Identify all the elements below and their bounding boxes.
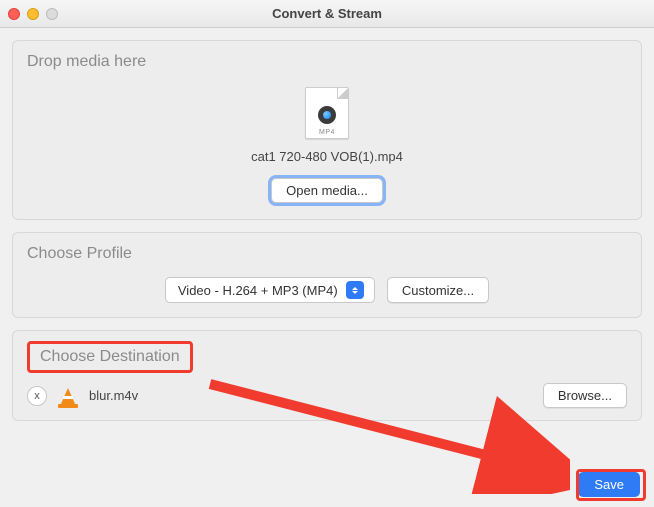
content-area: Drop media here MP4 cat1 720-480 VOB(1).… xyxy=(0,28,654,445)
footer: Save xyxy=(578,472,640,497)
media-file-icon: MP4 xyxy=(305,87,349,139)
profile-select-value: Video - H.264 + MP3 (MP4) xyxy=(178,283,338,298)
customize-button[interactable]: Customize... xyxy=(387,277,489,303)
media-file-name: cat1 720-480 VOB(1).mp4 xyxy=(27,149,627,164)
choose-destination-panel: Choose Destination x blur.m4v Browse... xyxy=(12,330,642,421)
select-stepper-icon xyxy=(346,281,364,299)
choose-profile-title: Choose Profile xyxy=(27,245,627,263)
titlebar: Convert & Stream xyxy=(0,0,654,28)
destination-file-name: blur.m4v xyxy=(89,388,533,403)
profile-select[interactable]: Video - H.264 + MP3 (MP4) xyxy=(165,277,375,303)
drop-area[interactable]: MP4 cat1 720-480 VOB(1).mp4 Open media..… xyxy=(27,79,627,207)
destination-highlight-box: Choose Destination xyxy=(27,341,193,373)
file-type-label: MP4 xyxy=(306,129,348,136)
window-title: Convert & Stream xyxy=(0,6,654,21)
zoom-window-button xyxy=(46,8,58,20)
minimize-window-button[interactable] xyxy=(27,8,39,20)
vlc-cone-icon xyxy=(57,384,79,408)
save-button[interactable]: Save xyxy=(578,472,640,497)
traffic-lights xyxy=(8,8,58,20)
open-media-button[interactable]: Open media... xyxy=(271,178,383,203)
profile-row: Video - H.264 + MP3 (MP4) Customize... xyxy=(27,271,627,305)
drop-media-panel[interactable]: Drop media here MP4 cat1 720-480 VOB(1).… xyxy=(12,40,642,220)
choose-destination-title: Choose Destination xyxy=(40,348,180,365)
quicktime-badge-icon xyxy=(318,106,336,124)
browse-button[interactable]: Browse... xyxy=(543,383,627,408)
close-window-button[interactable] xyxy=(8,8,20,20)
drop-media-title: Drop media here xyxy=(27,53,627,71)
remove-destination-button[interactable]: x xyxy=(27,386,47,406)
destination-row: x blur.m4v Browse... xyxy=(27,383,627,408)
choose-profile-panel: Choose Profile Video - H.264 + MP3 (MP4)… xyxy=(12,232,642,318)
